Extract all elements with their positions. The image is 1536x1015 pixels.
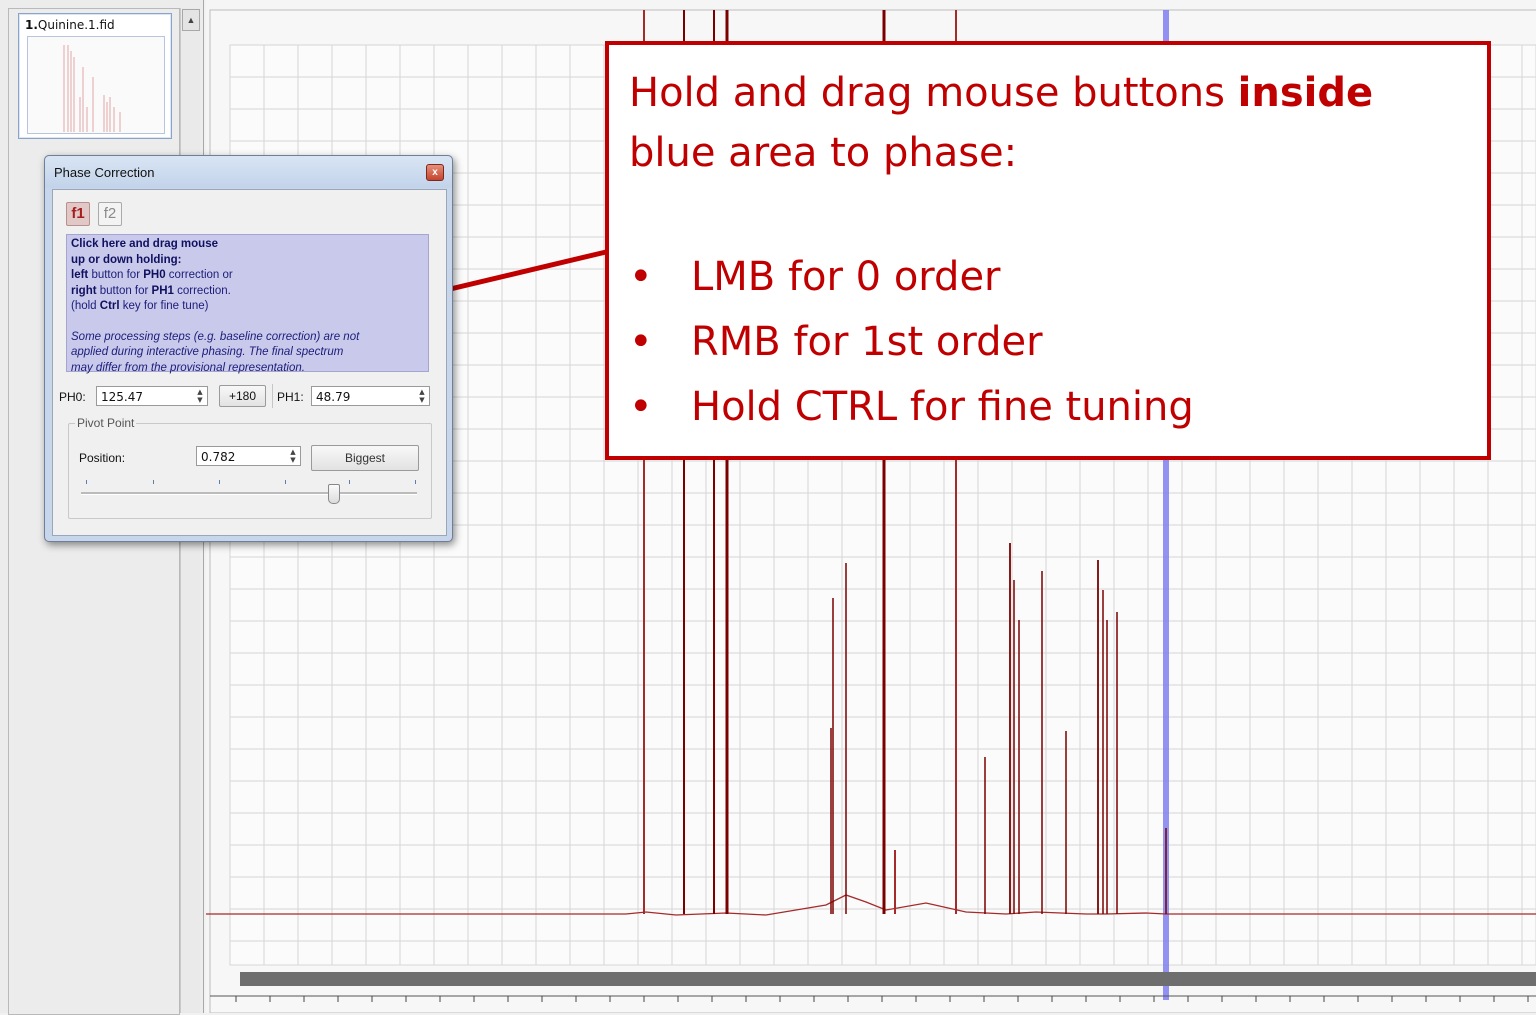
hotspot-note-3: may differ from the provisional represen… bbox=[71, 361, 305, 374]
callout-heading-text: blue area to phase: bbox=[629, 130, 1018, 176]
slider-tick bbox=[415, 480, 416, 484]
hotspot-line-1: Click here and drag mouse bbox=[71, 237, 424, 253]
bullet-icon: • bbox=[629, 384, 653, 430]
callout-heading-bold: inside bbox=[1237, 70, 1374, 116]
dialog-title: Phase Correction bbox=[54, 165, 155, 180]
hotspot-right: right bbox=[71, 284, 97, 297]
hotspot-bold-1: Click here and drag mouse bbox=[71, 238, 218, 250]
hotspot-note-2: applied during interactive phasing. The … bbox=[71, 346, 344, 358]
hotspot-line-3: left button for PH0 correction or bbox=[71, 268, 424, 284]
ph1-input[interactable]: 48.79 ▲ ▼ bbox=[311, 386, 430, 406]
pivot-slider-track[interactable] bbox=[81, 492, 417, 495]
callout-bullet-text: RMB for 1st order bbox=[691, 319, 1043, 365]
hotspot-line-2: up or down holding: bbox=[71, 253, 424, 269]
hotspot-bold-2: up or down holding: bbox=[71, 253, 182, 266]
slider-tick bbox=[153, 480, 154, 484]
callout-bullet-text: Hold CTRL for fine tuning bbox=[691, 384, 1194, 430]
instruction-callout: Hold and drag mouse buttons inside blue … bbox=[605, 41, 1491, 460]
ph0-value: 125.47 bbox=[101, 390, 143, 404]
slider-tick bbox=[219, 480, 220, 484]
callout-bullet-item: • RMB for 1st order bbox=[629, 310, 1194, 375]
spin-arrows-icon[interactable]: ▲ ▼ bbox=[288, 448, 298, 464]
callout-bullet-item: • LMB for 0 order bbox=[629, 245, 1194, 310]
thumbnail-name: Quinine.1.fid bbox=[37, 18, 115, 32]
slider-tick bbox=[86, 480, 87, 484]
phase-correction-dialog: Phase Correction x f1 f2 Click here and … bbox=[44, 155, 453, 542]
callout-heading-text: Hold and drag mouse buttons bbox=[629, 70, 1238, 116]
callout-bullet-item: • Hold CTRL for fine tuning bbox=[629, 375, 1194, 440]
bullet-icon: • bbox=[629, 319, 653, 365]
tab-f2[interactable]: f2 bbox=[98, 202, 122, 226]
position-value: 0.782 bbox=[201, 450, 236, 464]
slider-tick bbox=[285, 480, 286, 484]
pivot-point-group: Pivot Point Position: 0.782 ▲ ▼ Biggest bbox=[68, 416, 432, 519]
thumbnail-spectrum-graphic bbox=[63, 45, 121, 132]
hotspot-text: key for fine tune) bbox=[119, 300, 209, 312]
hotspot-ctrl: Ctrl bbox=[99, 300, 120, 312]
close-icon[interactable]: x bbox=[426, 164, 444, 181]
plus180-button[interactable]: +180 bbox=[219, 385, 266, 407]
spin-arrows-icon[interactable]: ▲ ▼ bbox=[195, 388, 205, 404]
thumbnail-spectrum bbox=[27, 36, 165, 134]
dialog-titlebar[interactable]: Phase Correction x bbox=[45, 156, 452, 188]
scroll-up-icon[interactable]: ▲ bbox=[182, 9, 200, 31]
hotspot-left: left bbox=[71, 269, 89, 281]
callout-bullets: • LMB for 0 order • RMB for 1st order • Hol… bbox=[629, 245, 1194, 440]
hotspot-text: correction or bbox=[165, 269, 233, 281]
thumbnail-item[interactable]: 1.Quinine.1.fid bbox=[18, 13, 172, 139]
slider-tick bbox=[349, 480, 350, 484]
ph1-label: PH1: bbox=[277, 390, 304, 404]
hotspot-ph0: PH0 bbox=[143, 269, 166, 281]
tab-f1[interactable]: f1 bbox=[66, 202, 90, 226]
separator bbox=[272, 384, 273, 408]
hotspot-note-1: Some processing steps (e.g. baseline cor… bbox=[71, 330, 360, 343]
pivot-slider-thumb[interactable] bbox=[328, 484, 340, 504]
position-label: Position: bbox=[79, 451, 126, 465]
spin-arrows-icon[interactable]: ▲ ▼ bbox=[417, 388, 427, 404]
dialog-body: f1 f2 Click here and drag mouse up or do… bbox=[52, 189, 447, 536]
hotspot-text: button for bbox=[88, 269, 144, 281]
thumbnail-index: 1. bbox=[25, 18, 38, 32]
ph1-value: 48.79 bbox=[316, 390, 351, 404]
pivot-point-legend: Pivot Point bbox=[75, 416, 137, 430]
hotspot-text: correction. bbox=[173, 284, 231, 297]
callout-heading: Hold and drag mouse buttons inside blue … bbox=[629, 63, 1469, 183]
horizontal-scrollbar bbox=[240, 972, 1536, 986]
callout-bullet-text: LMB for 0 order bbox=[691, 254, 1001, 300]
bullet-icon: • bbox=[629, 254, 653, 300]
biggest-button[interactable]: Biggest bbox=[311, 445, 419, 471]
hotspot-line-4: right button for PH1 correction. bbox=[71, 284, 424, 300]
phase-drag-area[interactable]: Click here and drag mouse up or down hol… bbox=[66, 234, 429, 374]
hotspot-line-5: (hold Ctrl key for fine tune) bbox=[71, 299, 424, 315]
hotspot-text: button for bbox=[96, 284, 152, 297]
ph0-label: PH0: bbox=[59, 390, 86, 404]
hotspot-ph1: PH1 bbox=[151, 284, 174, 297]
position-input[interactable]: 0.782 ▲ ▼ bbox=[196, 446, 301, 466]
thumbnail-title: 1.Quinine.1.fid bbox=[25, 18, 115, 32]
ph0-input[interactable]: 125.47 ▲ ▼ bbox=[96, 386, 208, 406]
hotspot-text: (hold bbox=[71, 300, 100, 312]
